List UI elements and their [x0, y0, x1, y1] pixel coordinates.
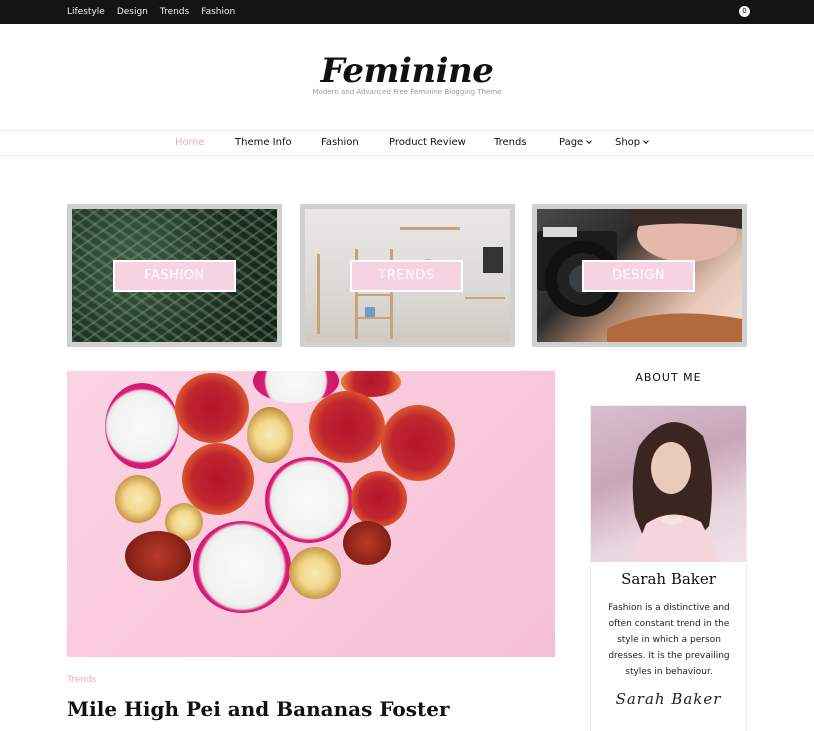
nav-item-home[interactable]: Home — [175, 131, 205, 155]
category-card-trends[interactable]: TRENDS — [300, 204, 515, 347]
site-tagline: Modern and Advanced Free Feminine Bloggi… — [312, 88, 502, 96]
category-label-fashion: FASHION — [113, 260, 236, 292]
blood-orange-slice — [175, 373, 249, 443]
blood-orange-slice — [381, 405, 455, 481]
nav-item-page-label: Page — [559, 137, 584, 148]
author-bio: Fashion is a distinctive and often const… — [608, 603, 730, 677]
category-label-trends: TRENDS — [350, 260, 463, 292]
nav-item-product-review[interactable]: Product Review — [389, 131, 466, 155]
cart-count-badge[interactable]: 0 — [739, 6, 750, 17]
chevron-down-icon — [586, 138, 593, 144]
nav-item-shop[interactable]: Shop — [615, 131, 649, 155]
about-widget-title: ABOUT ME — [635, 371, 702, 384]
lychee-fruit — [115, 475, 161, 523]
nav-item-shop-label: Shop — [615, 137, 641, 148]
main-navigation: Home Theme Info Fashion Product Review T… — [0, 130, 814, 156]
site-title[interactable]: Feminine — [0, 50, 814, 92]
site-branding: Feminine — [0, 50, 814, 92]
dragonfruit-slice — [105, 383, 179, 469]
dragonfruit-slice — [265, 457, 353, 543]
top-link-design[interactable]: Design — [117, 7, 148, 17]
nav-item-fashion[interactable]: Fashion — [321, 131, 359, 155]
top-link-fashion[interactable]: Fashion — [201, 7, 235, 17]
post-featured-image[interactable] — [67, 371, 555, 657]
category-label-design: DESIGN — [582, 260, 695, 292]
blood-orange-slice — [351, 471, 407, 527]
category-card-fashion[interactable]: FASHION — [67, 204, 282, 347]
author-signature: Sarah Baker — [615, 690, 722, 708]
nav-item-trends[interactable]: Trends — [494, 131, 527, 155]
dragonfruit-slice — [193, 521, 291, 613]
rambutan-fruit — [125, 531, 191, 581]
top-link-trends[interactable]: Trends — [160, 7, 189, 17]
author-photo — [591, 406, 746, 562]
top-link-lifestyle[interactable]: Lifestyle — [67, 7, 105, 17]
nav-item-theme-info[interactable]: Theme Info — [235, 131, 292, 155]
about-widget: Sarah Baker Fashion is a distinctive and… — [590, 405, 747, 731]
post-title[interactable]: Mile High Pei and Bananas Foster — [67, 697, 450, 721]
nav-item-page[interactable]: Page — [559, 131, 593, 155]
top-bar-nav: Lifestyle Design Trends Fashion — [67, 0, 235, 24]
chevron-down-icon — [643, 138, 649, 144]
lychee-fruit — [289, 547, 341, 599]
category-card-design[interactable]: DESIGN — [532, 204, 747, 347]
lychee-fruit — [247, 407, 293, 463]
rambutan-fruit — [343, 521, 391, 565]
author-name: Sarah Baker — [621, 570, 716, 588]
blood-orange-slice — [309, 391, 385, 463]
author-portrait-illustration — [631, 422, 721, 562]
top-bar: Lifestyle Design Trends Fashion 0 — [0, 0, 814, 24]
post-category-link[interactable]: Trends — [67, 675, 96, 685]
cart-count: 0 — [742, 7, 747, 15]
